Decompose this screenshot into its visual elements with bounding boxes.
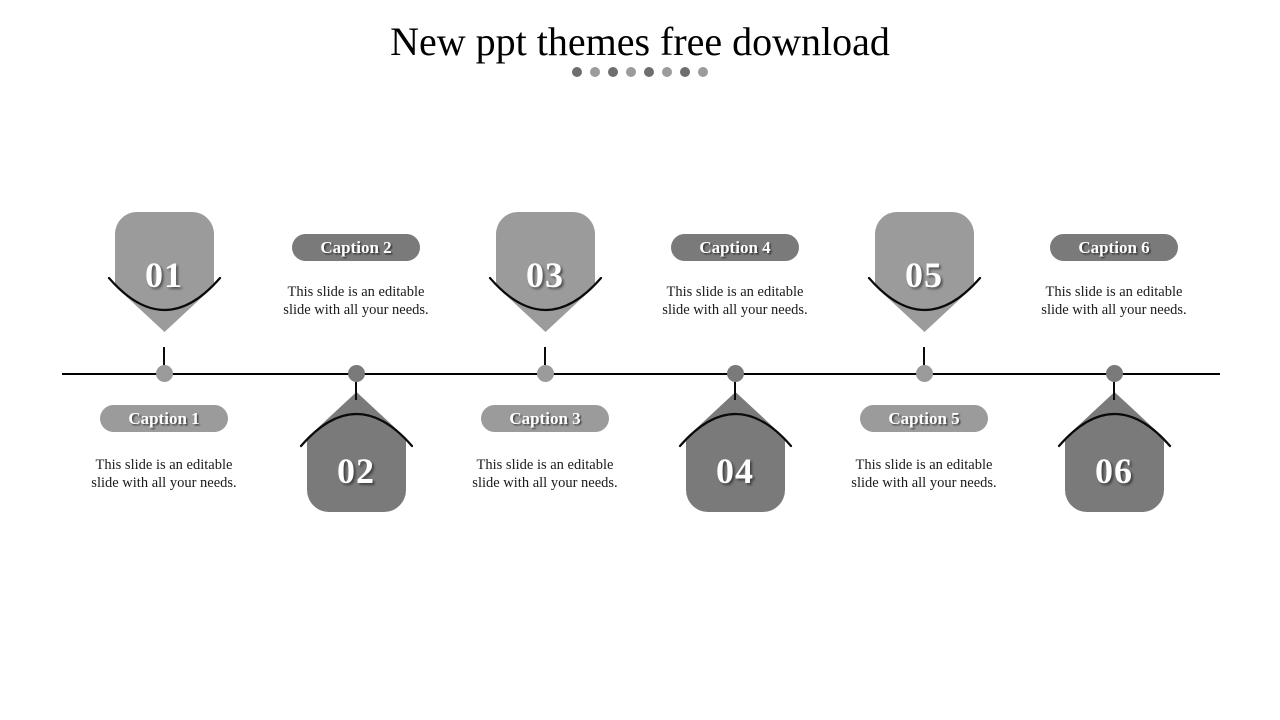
body-text-4: This slide is an editable slide with all… [662,284,808,318]
marker-number: 06 [1095,451,1133,491]
timeline-node-dot[interactable] [536,365,554,382]
caption-pill-3[interactable]: Caption 3 [481,405,609,432]
timeline-node-dot[interactable] [1105,365,1123,382]
timeline-marker-06[interactable]: 06 [1057,392,1172,512]
divider-dot [680,67,690,77]
body-text-5: This slide is an editable slide with all… [851,457,997,491]
page-title: New ppt themes free download [390,19,890,64]
marker-stem [544,347,546,365]
divider-dot [698,67,708,77]
body-text-2: This slide is an editable slide with all… [283,284,429,318]
marker-number: 03 [526,255,564,295]
slide-canvas: New ppt themes free download 01 Caption 1… [0,0,1280,720]
timeline-axis [62,373,1220,375]
marker-stem [355,382,357,400]
body-text-6: This slide is an editable slide with all… [1041,284,1187,318]
caption-pill-5[interactable]: Caption 5 [860,405,988,432]
marker-number: 02 [337,451,375,491]
divider-dot [662,67,672,77]
timeline-marker-02[interactable]: 02 [299,392,414,512]
body-text-1: This slide is an editable slide with all… [91,457,237,491]
timeline-marker-04[interactable]: 04 [678,392,793,512]
timeline-node-dot[interactable] [155,365,173,382]
marker-number: 05 [905,255,943,295]
caption-pill-2[interactable]: Caption 2 [292,234,420,261]
marker-number: 01 [145,255,183,295]
caption-pill-4[interactable]: Caption 4 [671,234,799,261]
caption-pill-1[interactable]: Caption 1 [100,405,228,432]
marker-stem [734,382,736,400]
marker-stem [923,347,925,365]
timeline-marker-05[interactable]: 05 [867,212,982,332]
divider-dot [590,67,600,77]
marker-stem [163,347,165,365]
divider-dot [644,67,654,77]
marker-stem [1113,382,1115,400]
caption-pill-6[interactable]: Caption 6 [1050,234,1178,261]
divider-dot [608,67,618,77]
timeline-node-dot[interactable] [347,365,365,382]
timeline-marker-03[interactable]: 03 [488,212,603,332]
body-text-3: This slide is an editable slide with all… [472,457,618,491]
timeline-marker-01[interactable]: 01 [107,212,222,332]
marker-number: 04 [716,451,754,491]
divider-dot [626,67,636,77]
timeline-node-dot[interactable] [726,365,744,382]
title-divider-dots [0,67,1280,77]
timeline-node-dot[interactable] [915,365,933,382]
divider-dot [572,67,582,77]
